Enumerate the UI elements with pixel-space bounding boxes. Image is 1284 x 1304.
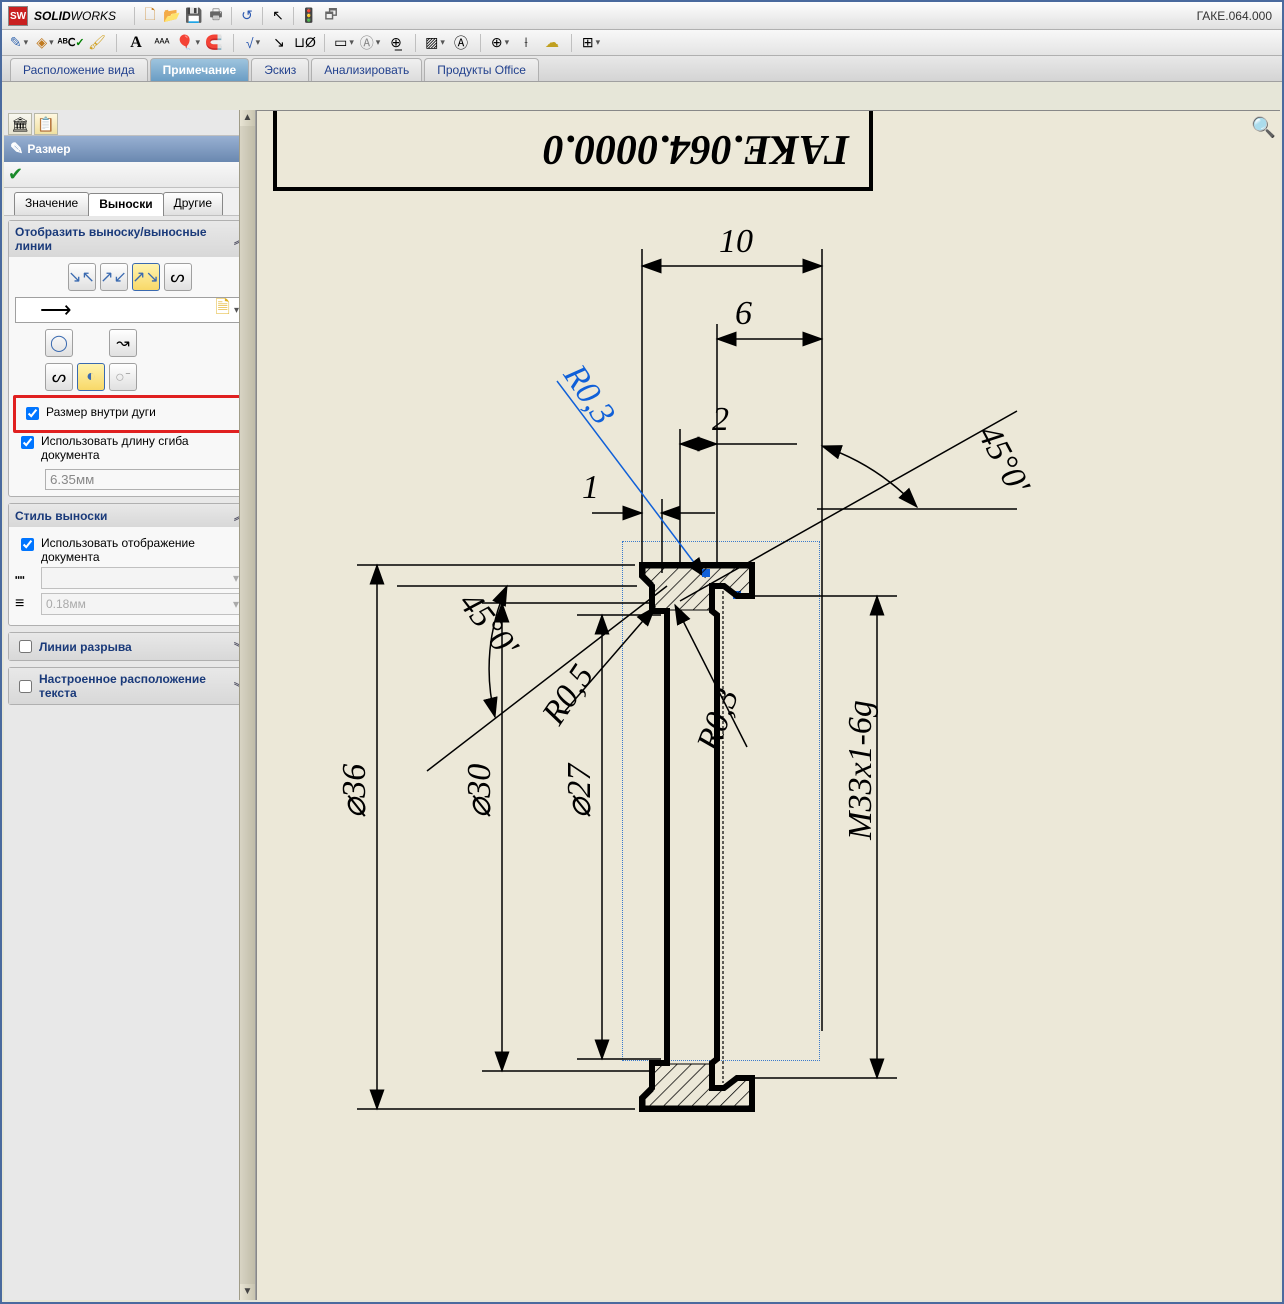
centermark-button[interactable]: ⊕ bbox=[489, 32, 511, 54]
rebuild-button[interactable]: 🚦 bbox=[298, 5, 320, 27]
highlighted-option: Размер внутри дуги bbox=[13, 395, 246, 433]
feature-tree-tab[interactable]: 🏛 bbox=[8, 113, 32, 135]
leader-directed-button[interactable]: ᔕ bbox=[164, 263, 192, 291]
line-style-icon: ┉ bbox=[15, 568, 35, 588]
arrow-style-dropdown[interactable]: ⟶ 🗎 ▾ bbox=[15, 297, 244, 323]
note-button[interactable]: A bbox=[125, 32, 147, 54]
tab-sketch[interactable]: Эскиз bbox=[251, 58, 309, 81]
subtab-other[interactable]: Другие bbox=[163, 192, 223, 215]
zoom-to-fit-icon[interactable]: 🔍 bbox=[1251, 115, 1276, 140]
ok-button[interactable]: ✔ bbox=[8, 164, 23, 185]
print-button[interactable]: 🖶 bbox=[205, 5, 227, 27]
datum-target-button[interactable]: ⊕̲ bbox=[385, 32, 407, 54]
tab-office[interactable]: Продукты Office bbox=[424, 58, 539, 81]
leader-smart-button[interactable]: ↗↘ bbox=[132, 263, 160, 291]
tab-view-layout[interactable]: Расположение вида bbox=[10, 58, 148, 81]
use-doc-display-checkbox[interactable] bbox=[21, 538, 34, 551]
check-use-doc-display[interactable]: Использовать отображение документа bbox=[15, 533, 244, 567]
scroll-down-button[interactable]: ▼ bbox=[240, 1284, 255, 1300]
group-leader-style-header[interactable]: Стиль выноски bbox=[9, 504, 250, 527]
check-use-doc-bend[interactable]: Использовать длину сгиба документа bbox=[15, 431, 244, 465]
tables-button[interactable]: ⊞ bbox=[580, 32, 602, 54]
hatch-button[interactable]: ▨ bbox=[424, 32, 446, 54]
hole-callout-button[interactable]: ⊔Ø bbox=[294, 32, 316, 54]
open-button[interactable]: 📂 bbox=[161, 5, 183, 27]
surface-finish-button[interactable]: √ bbox=[242, 32, 264, 54]
break-lines-checkbox[interactable] bbox=[19, 640, 32, 653]
linear-pattern-button[interactable]: ᴬᴬᴬ bbox=[151, 32, 173, 54]
model-items-button[interactable]: ◈ bbox=[34, 32, 56, 54]
line-weight-icon: ≡ bbox=[15, 595, 35, 613]
broken-leader-button[interactable]: ↝ bbox=[109, 329, 137, 357]
centerline-button[interactable]: ⟊ bbox=[515, 32, 537, 54]
leader-out-button[interactable]: ↘↖ bbox=[68, 263, 96, 291]
scroll-up-button[interactable]: ▲ bbox=[240, 110, 255, 126]
revision-cloud-button[interactable]: ☁ bbox=[541, 32, 563, 54]
property-header: ✎ Размер ? bbox=[4, 136, 255, 162]
tab-annotation[interactable]: Примечание bbox=[150, 58, 250, 81]
group-custom-text-pos: Настроенное расположение текста bbox=[8, 667, 251, 705]
drawing-title-block: ГАКЕ.064.0000.0 bbox=[273, 111, 873, 191]
arc-cond-button[interactable]: ○ᐨ bbox=[109, 363, 137, 391]
group-leader-display-header[interactable]: Отобразить выноску/выносные линии bbox=[9, 221, 250, 257]
balloon-button[interactable]: 🎈 bbox=[177, 32, 199, 54]
dim-inside-arc-checkbox[interactable] bbox=[26, 407, 39, 420]
subtab-value[interactable]: Значение bbox=[14, 192, 89, 215]
options-button[interactable]: 🗗 bbox=[320, 5, 342, 27]
smart-dim-button[interactable]: ✎ bbox=[8, 32, 30, 54]
title-bar: SW SOLIDWORKS 🗋 📂 💾 🖶 ↺ ↖ 🚦 🗗 ГАКЕ.064.0… bbox=[2, 2, 1282, 30]
line-weight-dropdown: 0.18мм▾ bbox=[41, 593, 244, 615]
save-button[interactable]: 💾 bbox=[183, 5, 205, 27]
document-style-icon: 🗎 bbox=[215, 295, 229, 325]
arc-opp-button[interactable]: ◐ bbox=[77, 363, 105, 391]
new-button[interactable]: 🗋 bbox=[139, 5, 161, 27]
title-block-text: ГАКЕ.064.0000.0 bbox=[543, 125, 849, 173]
tab-evaluate[interactable]: Анализировать bbox=[311, 58, 422, 81]
dimension-icon: ✎ bbox=[10, 139, 23, 159]
drawing-canvas[interactable]: 🔍 ГАКЕ.064.0000.0 10 6 2 1 R0,3 45°0' 45… bbox=[256, 110, 1280, 1300]
subtab-leaders[interactable]: Выноски bbox=[88, 193, 163, 216]
check-dim-inside-arc[interactable]: Размер внутри дуги bbox=[20, 402, 239, 426]
datum-button[interactable]: Ⓐ bbox=[359, 32, 381, 54]
group-leader-style: Стиль выноски Использовать отображение д… bbox=[8, 503, 251, 626]
app-logo-icon: SW bbox=[8, 6, 28, 26]
group-break-header[interactable]: Линии разрыва bbox=[9, 633, 250, 660]
custom-text-checkbox[interactable] bbox=[19, 680, 32, 693]
format-painter-button[interactable]: 🖌 bbox=[86, 32, 108, 54]
drawing-svg bbox=[257, 211, 1284, 1211]
command-tabs: Расположение вида Примечание Эскиз Анали… bbox=[2, 56, 1282, 82]
group-break-lines: Линии разрыва bbox=[8, 632, 251, 661]
select-button[interactable]: ↖ bbox=[267, 5, 289, 27]
brand-bold: SOLID bbox=[34, 9, 71, 23]
document-title: ГАКЕ.064.000 bbox=[1197, 9, 1276, 23]
solid-leader-button[interactable]: ◯ bbox=[45, 329, 73, 357]
property-tab[interactable]: 📋 bbox=[34, 113, 58, 135]
weld-symbol-button[interactable]: ↘ bbox=[268, 32, 290, 54]
spell-check-button[interactable]: ᴬᴮⅭ✓ bbox=[60, 32, 82, 54]
use-doc-bend-checkbox[interactable] bbox=[21, 436, 34, 449]
leader-in-button[interactable]: ↗↙ bbox=[100, 263, 128, 291]
bend-length-input bbox=[45, 469, 244, 490]
panel-scrollbar[interactable]: ▲ ▼ bbox=[239, 110, 255, 1300]
arc-ext-button[interactable]: ᔕ bbox=[45, 363, 73, 391]
arrow-icon: ⟶ bbox=[40, 297, 69, 323]
gtol-button[interactable]: ▭ bbox=[333, 32, 355, 54]
property-title: Размер bbox=[27, 142, 70, 156]
magnet-line-button[interactable]: 🧲 bbox=[203, 32, 225, 54]
group-leader-display: Отобразить выноску/выносные линии ↘↖ ↗↙ … bbox=[8, 220, 251, 497]
group-custom-text-header[interactable]: Настроенное расположение текста bbox=[9, 668, 250, 704]
brand-thin: WORKS bbox=[71, 9, 116, 23]
property-manager-panel: 🏛 📋 ✎ Размер ? ✔ Значение Выноски Другие… bbox=[4, 110, 256, 1300]
undo-button[interactable]: ↺ bbox=[236, 5, 258, 27]
brand-menu-arrow[interactable] bbox=[116, 5, 130, 27]
block-button[interactable]: Ⓐ bbox=[450, 32, 472, 54]
annotation-toolbar: ✎ ◈ ᴬᴮⅭ✓ 🖌 A ᴬᴬᴬ 🎈 🧲 √ ↘ ⊔Ø ▭ Ⓐ ⊕̲ ▨ Ⓐ ⊕… bbox=[2, 30, 1282, 56]
line-style-dropdown: ▾ bbox=[41, 567, 244, 589]
